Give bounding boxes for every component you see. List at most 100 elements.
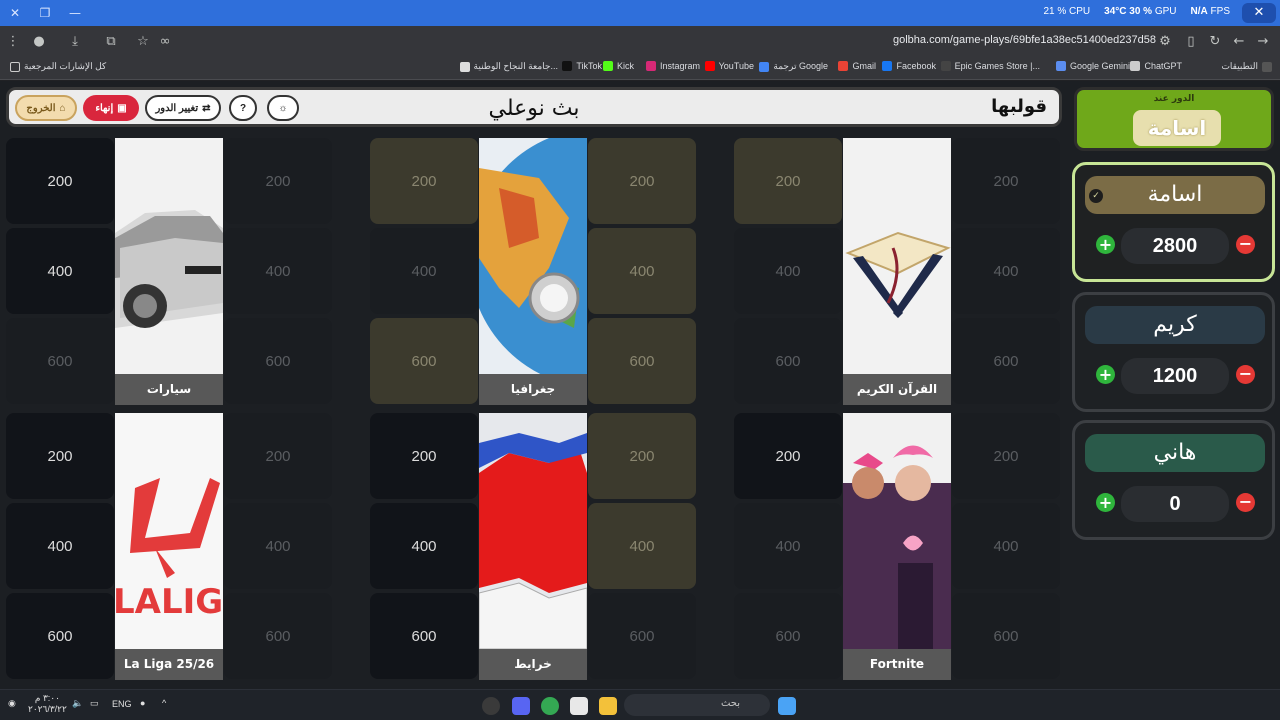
question-cell: 400 (588, 228, 696, 314)
discord-icon[interactable] (512, 697, 530, 715)
profile-avatar-icon[interactable]: ● (30, 33, 48, 51)
question-cell: 200 (588, 413, 696, 499)
store-icon[interactable] (570, 697, 588, 715)
performance-overlay: 21 % CPU 34°C 30 % GPU N/A FPS (1043, 6, 1230, 17)
bookmark-epic[interactable]: Epic Games Store |... (940, 61, 1040, 71)
question-cell: 600 (952, 593, 1060, 679)
map-image (479, 413, 587, 649)
bookmark-youtube[interactable]: YouTube (704, 61, 754, 71)
extensions-icon[interactable]: ⧉ (102, 33, 120, 51)
chrome-icon[interactable] (541, 697, 559, 715)
category-card: جغرافيا (479, 138, 587, 405)
bookmark-translate[interactable]: ترجمة Google (759, 61, 828, 72)
team-card: اسامة ✓ + 2800 − (1072, 162, 1275, 282)
file-explorer-icon[interactable] (599, 697, 617, 715)
turn-team-name: اسامة (1133, 110, 1221, 146)
forward-icon[interactable]: ← (1230, 33, 1248, 51)
add-points-button[interactable]: + (1096, 235, 1115, 254)
volume-icon[interactable]: 🔈 (72, 698, 83, 709)
question-cell: 400 (734, 503, 842, 589)
question-cell: 400 (370, 228, 478, 314)
question-cell: 600 (588, 593, 696, 679)
question-cell: 200 (588, 138, 696, 224)
question-cell: 400 (952, 503, 1060, 589)
bookmark-tiktok[interactable]: TikTok (562, 61, 602, 71)
download-icon[interactable]: ⤓ (66, 33, 84, 51)
site-logo: قولبها (991, 96, 1047, 117)
category-card: خرايط (479, 413, 587, 680)
team-score: 0 (1121, 486, 1229, 522)
question-cell: 200 (370, 138, 478, 224)
bookmark-chatgpt[interactable]: ChatGPT (1130, 61, 1182, 71)
subtract-points-button[interactable]: − (1236, 235, 1255, 254)
question-cell: 600 (734, 593, 842, 679)
bookmark-all-folder[interactable]: كل الإشارات المرجعية (10, 61, 106, 72)
subtract-points-button[interactable]: − (1236, 493, 1255, 512)
clock[interactable]: ٣:٠٠ م ٢٠٢٦/٣/٢٢ (28, 693, 67, 715)
svg-text:LALIGA: LALIGA (115, 582, 223, 622)
question-cell[interactable]: 200 (734, 413, 842, 499)
question-cell: 200 (952, 138, 1060, 224)
back-icon[interactable]: → (1254, 33, 1272, 51)
team-name: اسامة (1085, 176, 1265, 214)
category-label: خرايط (479, 649, 587, 680)
question-cell: 600 (370, 318, 478, 404)
bookmark-kick[interactable]: Kick (602, 61, 634, 71)
category-card: LALIGA La Liga 25/26 (115, 413, 223, 680)
add-points-button[interactable]: + (1096, 365, 1115, 384)
menu-icon[interactable]: ⋮ (4, 33, 22, 51)
category-label: القرآن الكريم (843, 374, 951, 405)
question-cell: 200 (734, 138, 842, 224)
chevron-up-icon[interactable]: ^ (162, 698, 166, 708)
bookmark-gemini[interactable]: Google Gemini (1055, 61, 1130, 71)
category-card: القرآن الكريم (843, 138, 951, 405)
question-cell: 200 (224, 138, 332, 224)
active-tab[interactable]: ✕ (1242, 3, 1276, 23)
bookmark-apps[interactable]: التطبيقات (1221, 61, 1272, 72)
close-window-icon[interactable]: ✕ (6, 4, 24, 22)
question-cell[interactable]: 600 (370, 593, 478, 679)
game-page: الخروج ⌂ إنهاء ▣ تغيير الدور ⇄ ? ☼ بث نوعلي… (0, 81, 1280, 689)
question-cell[interactable]: 600 (6, 593, 114, 679)
add-points-button[interactable]: + (1096, 493, 1115, 512)
restore-window-icon[interactable]: ❐ (36, 4, 54, 22)
question-cell: 400 (952, 228, 1060, 314)
globe-image (479, 138, 587, 374)
team-card: كريم + 1200 − (1072, 292, 1275, 412)
question-cell[interactable]: 200 (6, 138, 114, 224)
category-label: Fortnite (843, 649, 951, 680)
taskbar-search[interactable]: بحث (624, 694, 770, 716)
bookmark-instagram[interactable]: Instagram (645, 61, 700, 71)
bookmark-star-icon[interactable]: ☆ (134, 33, 152, 51)
reader-icon[interactable]: ∞ (156, 33, 174, 51)
game-title: بث نوعلي (488, 96, 580, 121)
language-indicator[interactable]: ENG (112, 699, 132, 709)
address-bar: → ← ↻ ▯ ⚙ golbha.com/game-plays/69bfe1a3… (0, 26, 1280, 58)
bookmark-gmail[interactable]: Gmail (838, 61, 876, 71)
browser-tab-bar: ✕ ❐ — 21 % CPU 34°C 30 % GPU N/A FPS ✕ (0, 0, 1280, 26)
category-label: La Liga 25/26 (115, 649, 223, 680)
obs-icon[interactable] (482, 697, 500, 715)
question-cell: 200 (224, 413, 332, 499)
minimize-window-icon[interactable]: — (66, 4, 84, 22)
url-field[interactable]: golbha.com/game-plays/69bfe1a38ec51400ed… (186, 30, 1186, 54)
team-name: هاني (1085, 434, 1265, 472)
question-cell[interactable]: 200 (370, 413, 478, 499)
bookmarks-bar: التطبيقات ChatGPT Google Gemini Epic Gam… (0, 58, 1280, 80)
start-icon[interactable] (778, 697, 796, 715)
subtract-points-button[interactable]: − (1236, 365, 1255, 384)
notification-icon[interactable]: ◉ (8, 698, 16, 709)
game-header: الخروج ⌂ إنهاء ▣ تغيير الدور ⇄ ? ☼ بث نوعلي… (6, 87, 1062, 127)
question-cell[interactable]: 400 (6, 503, 114, 589)
question-cell[interactable]: 400 (370, 503, 478, 589)
category-card: Fortnite (843, 413, 951, 680)
microphone-icon[interactable]: ● (140, 698, 145, 708)
question-cell[interactable]: 400 (6, 228, 114, 314)
network-icon[interactable]: ▭ (90, 698, 99, 709)
question-cell[interactable]: 200 (6, 413, 114, 499)
bookmark-facebook[interactable]: Facebook (882, 61, 936, 71)
fortnite-image (843, 413, 951, 649)
bookmark-najah[interactable]: جامعة النجاح الوطنية... (459, 61, 558, 72)
question-cell: 600 (734, 318, 842, 404)
reload-icon[interactable]: ↻ (1206, 33, 1224, 51)
